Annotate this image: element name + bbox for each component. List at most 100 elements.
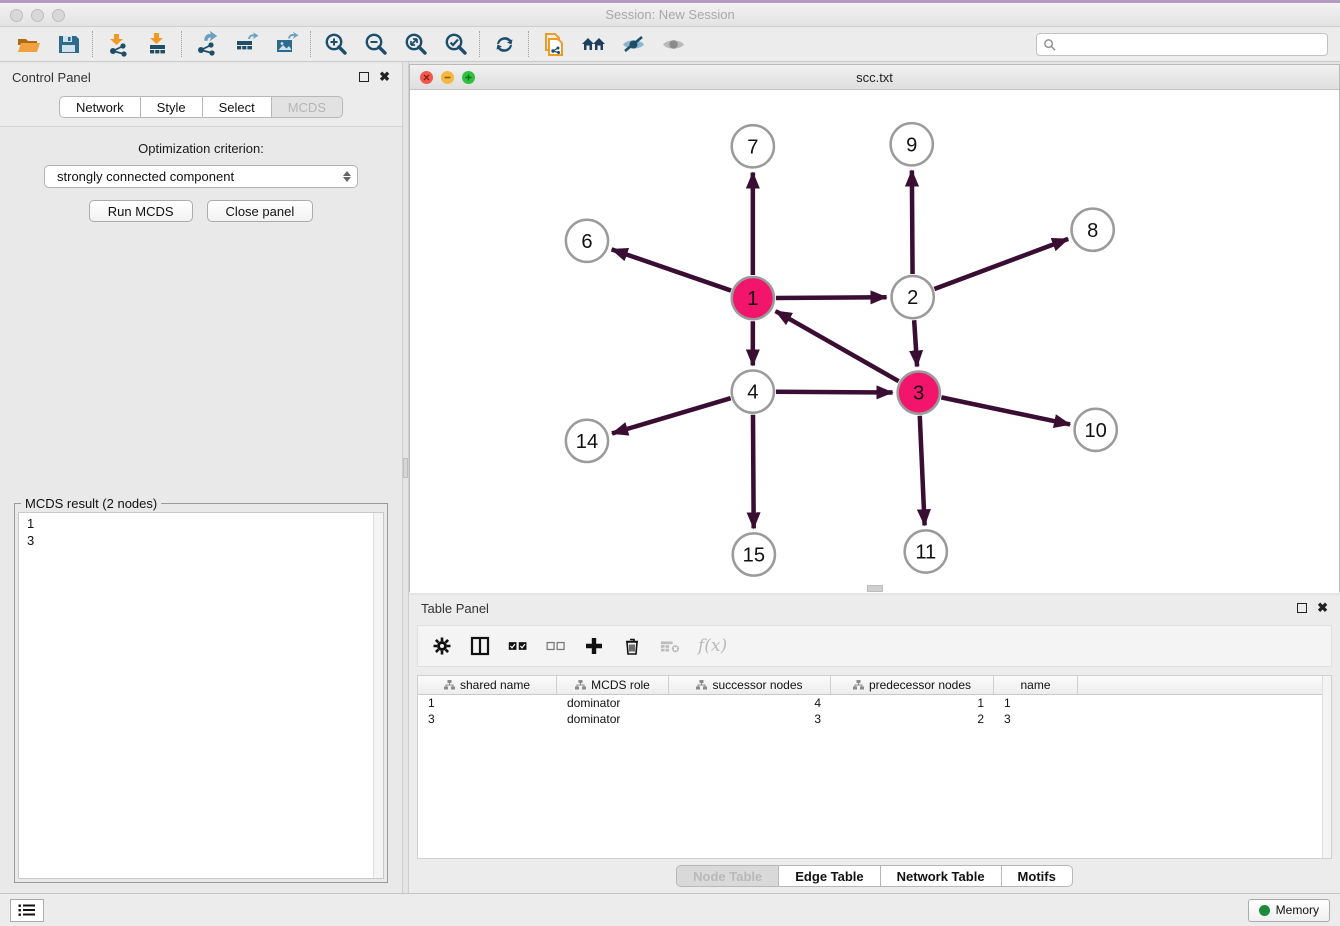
edge-1-2[interactable] bbox=[776, 297, 887, 298]
table-cell: 3 bbox=[418, 711, 557, 727]
close-panel-button[interactable]: Close panel bbox=[207, 200, 314, 222]
optimization-criterion-select[interactable]: strongly connected component bbox=[44, 165, 358, 188]
table-tabs: Node TableEdge TableNetwork TableMotifs bbox=[409, 859, 1340, 893]
edge-2-8[interactable] bbox=[934, 239, 1068, 289]
delete-table-icon[interactable] bbox=[660, 636, 680, 656]
table-cell: 2 bbox=[831, 711, 994, 727]
minimize-network-icon[interactable] bbox=[441, 71, 454, 84]
zoom-fit-icon[interactable] bbox=[395, 28, 435, 60]
add-column-icon[interactable] bbox=[584, 636, 604, 656]
divider-grip[interactable] bbox=[403, 458, 408, 478]
export-table-icon[interactable] bbox=[226, 28, 266, 60]
table-panel: Table Panel ✖ bbox=[409, 595, 1340, 893]
tab-network-table[interactable]: Network Table bbox=[881, 865, 1002, 887]
import-network-icon[interactable] bbox=[97, 28, 137, 60]
tab-motifs[interactable]: Motifs bbox=[1002, 865, 1073, 887]
mcds-result-list[interactable]: 13 bbox=[18, 512, 384, 879]
import-table-icon[interactable] bbox=[137, 28, 177, 60]
tab-style[interactable]: Style bbox=[141, 96, 203, 118]
maximize-window-icon[interactable] bbox=[52, 9, 65, 22]
column-header-predecessor-nodes[interactable]: predecessor nodes bbox=[831, 676, 994, 694]
main-area: Control Panel ✖ NetworkStyleSelectMCDS O… bbox=[0, 62, 1340, 893]
edge-4-15[interactable] bbox=[753, 415, 754, 529]
network-window-controls[interactable] bbox=[420, 71, 475, 84]
zoom-network-icon[interactable] bbox=[462, 71, 475, 84]
result-scrollbar[interactable] bbox=[373, 513, 383, 878]
tab-edge-table[interactable]: Edge Table bbox=[779, 865, 880, 887]
float-panel-icon[interactable] bbox=[359, 72, 369, 82]
application-window: Session: New Session bbox=[0, 0, 1340, 926]
tab-select[interactable]: Select bbox=[203, 96, 272, 118]
edge-4-3[interactable] bbox=[776, 392, 893, 393]
edge-2-3[interactable] bbox=[914, 320, 917, 366]
node-label-3: 3 bbox=[913, 383, 924, 405]
memory-button[interactable]: Memory bbox=[1248, 899, 1330, 922]
column-header-name[interactable]: name bbox=[994, 676, 1078, 694]
search-box[interactable] bbox=[1036, 33, 1328, 56]
node-table[interactable]: shared nameMCDS role successor nodes prede… bbox=[417, 675, 1332, 859]
open-folder-icon[interactable] bbox=[8, 28, 48, 60]
window-controls[interactable] bbox=[10, 9, 65, 22]
column-label: successor nodes bbox=[712, 678, 802, 692]
task-list-button[interactable] bbox=[10, 899, 44, 922]
edge-1-6[interactable] bbox=[612, 249, 731, 290]
network-canvas[interactable]: 7968124314101511 bbox=[410, 90, 1339, 593]
node-label-14: 14 bbox=[576, 431, 598, 453]
close-panel-icon[interactable]: ✖ bbox=[379, 72, 390, 82]
toolbar-separator bbox=[92, 31, 93, 57]
node-label-9: 9 bbox=[906, 134, 917, 156]
search-input[interactable] bbox=[1060, 37, 1321, 51]
list-icon bbox=[18, 903, 36, 917]
close-network-icon[interactable] bbox=[420, 71, 433, 84]
result-item[interactable]: 1 bbox=[27, 515, 369, 532]
zoom-in-icon[interactable] bbox=[315, 28, 355, 60]
panel-split-divider[interactable] bbox=[402, 62, 409, 893]
export-network-icon[interactable] bbox=[186, 28, 226, 60]
copy-network-icon[interactable] bbox=[533, 28, 573, 60]
float-table-panel-icon[interactable] bbox=[1297, 603, 1307, 613]
tab-node-table[interactable]: Node Table bbox=[676, 865, 779, 887]
edge-3-1[interactable] bbox=[776, 311, 899, 381]
run-mcds-button[interactable]: Run MCDS bbox=[89, 200, 193, 222]
selected-criterion: strongly connected component bbox=[57, 169, 343, 184]
two-houses-icon[interactable] bbox=[573, 28, 613, 60]
tab-network[interactable]: Network bbox=[59, 96, 141, 118]
edge-2-9[interactable] bbox=[912, 170, 913, 274]
edge-3-10[interactable] bbox=[941, 397, 1070, 424]
table-scrollbar[interactable] bbox=[1322, 676, 1331, 858]
table-row[interactable]: 1dominator411 bbox=[418, 695, 1331, 711]
app-title: Session: New Session bbox=[605, 7, 734, 22]
hide-eye-icon[interactable] bbox=[613, 28, 653, 60]
table-row[interactable]: 3dominator323 bbox=[418, 711, 1331, 727]
sort-tree-icon bbox=[575, 680, 586, 690]
zoom-selected-icon[interactable] bbox=[435, 28, 475, 60]
node-label-11: 11 bbox=[915, 542, 936, 564]
minimize-window-icon[interactable] bbox=[31, 9, 44, 22]
table-cell: 4 bbox=[669, 695, 831, 711]
close-table-panel-icon[interactable]: ✖ bbox=[1317, 603, 1328, 613]
split-columns-icon[interactable] bbox=[470, 636, 490, 656]
refresh-icon[interactable] bbox=[484, 28, 524, 60]
show-eye-icon[interactable] bbox=[653, 28, 693, 60]
node-label-10: 10 bbox=[1085, 420, 1107, 442]
app-titlebar: Session: New Session bbox=[0, 0, 1340, 27]
table-cell: 3 bbox=[994, 711, 1078, 727]
save-icon[interactable] bbox=[48, 28, 88, 60]
column-header-MCDS-role[interactable]: MCDS role bbox=[557, 676, 669, 694]
function-builder-icon[interactable]: f(x) bbox=[698, 636, 727, 656]
edge-3-11[interactable] bbox=[920, 416, 925, 526]
column-header-successor-nodes[interactable]: successor nodes bbox=[669, 676, 831, 694]
result-item[interactable]: 3 bbox=[27, 532, 369, 549]
gear-icon[interactable] bbox=[432, 636, 452, 656]
edge-4-14[interactable] bbox=[612, 398, 731, 433]
checked-boxes-icon[interactable] bbox=[508, 636, 528, 656]
unchecked-boxes-icon[interactable] bbox=[546, 636, 566, 656]
canvas-resize-grip[interactable] bbox=[867, 585, 883, 592]
table-toolbar: f(x) bbox=[417, 625, 1332, 667]
column-header-shared-name[interactable]: shared name bbox=[418, 676, 557, 694]
tab-mcds[interactable]: MCDS bbox=[272, 96, 343, 118]
trash-icon[interactable] bbox=[622, 636, 642, 656]
export-image-icon[interactable] bbox=[266, 28, 306, 60]
close-window-icon[interactable] bbox=[10, 9, 23, 22]
zoom-out-icon[interactable] bbox=[355, 28, 395, 60]
